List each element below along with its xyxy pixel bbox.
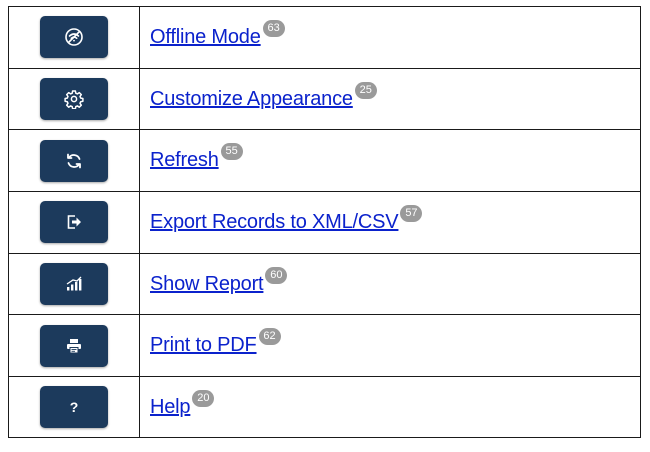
icon-cell [9, 192, 140, 253]
icon-cell [9, 315, 140, 377]
gear-icon [64, 89, 84, 110]
icon-cell: ? [9, 377, 140, 438]
count-badge: 63 [262, 19, 285, 37]
icon-cell [9, 253, 140, 315]
export-icon [64, 212, 84, 232]
link-cell: Customize Appearance 25 [140, 69, 640, 130]
link-cell: Export Records to XML/CSV 57 [140, 192, 640, 253]
export-records-button[interactable] [40, 201, 108, 244]
menu-table: Offline Mode 63 Customize Appearance 25 [8, 6, 641, 439]
link-cell: Show Report 60 [140, 254, 640, 315]
link-cell: Help 20 [140, 377, 640, 437]
link-cell: Print to PDF 62 [140, 315, 640, 376]
offline-mode-button[interactable] [40, 16, 108, 59]
help-button[interactable]: ? [40, 386, 108, 429]
chart-icon [64, 274, 84, 294]
count-badge: 25 [354, 81, 377, 99]
count-badge: 20 [192, 389, 215, 407]
menu-row-offline-mode: Offline Mode 63 [9, 7, 640, 69]
menu-row-show-report: Show Report 60 [9, 253, 640, 316]
count-badge: 57 [400, 204, 423, 222]
count-badge: 55 [220, 143, 243, 161]
icon-cell [9, 7, 140, 68]
show-report-link[interactable]: Show Report [150, 273, 264, 296]
help-link[interactable]: Help [150, 396, 191, 419]
print-to-pdf-button[interactable] [40, 324, 108, 367]
count-badge: 62 [258, 328, 281, 346]
show-report-button[interactable] [40, 263, 108, 306]
menu-row-refresh: Refresh 55 [9, 130, 640, 193]
printer-icon [64, 336, 84, 356]
link-cell: Refresh 55 [140, 130, 640, 191]
print-to-pdf-link[interactable]: Print to PDF [150, 334, 257, 357]
menu-row-customize-appearance: Customize Appearance 25 [9, 68, 640, 131]
menu-row-help: ? Help 20 [9, 377, 640, 438]
icon-cell [9, 68, 140, 130]
menu-row-export-records: Export Records to XML/CSV 57 [9, 192, 640, 254]
offline-wifi-icon [64, 27, 84, 47]
count-badge: 60 [265, 266, 288, 284]
offline-mode-link[interactable]: Offline Mode [150, 26, 261, 49]
help-icon: ? [64, 397, 84, 417]
refresh-icon [64, 151, 84, 171]
customize-appearance-button[interactable] [40, 78, 108, 121]
refresh-link[interactable]: Refresh [150, 149, 219, 172]
svg-text:?: ? [70, 399, 79, 415]
menu-row-print-to-pdf: Print to PDF 62 [9, 315, 640, 378]
icon-cell [9, 130, 140, 192]
customize-appearance-link[interactable]: Customize Appearance [150, 88, 353, 111]
export-records-link[interactable]: Export Records to XML/CSV [150, 211, 399, 234]
link-cell: Offline Mode 63 [140, 7, 640, 68]
refresh-button[interactable] [40, 139, 108, 182]
